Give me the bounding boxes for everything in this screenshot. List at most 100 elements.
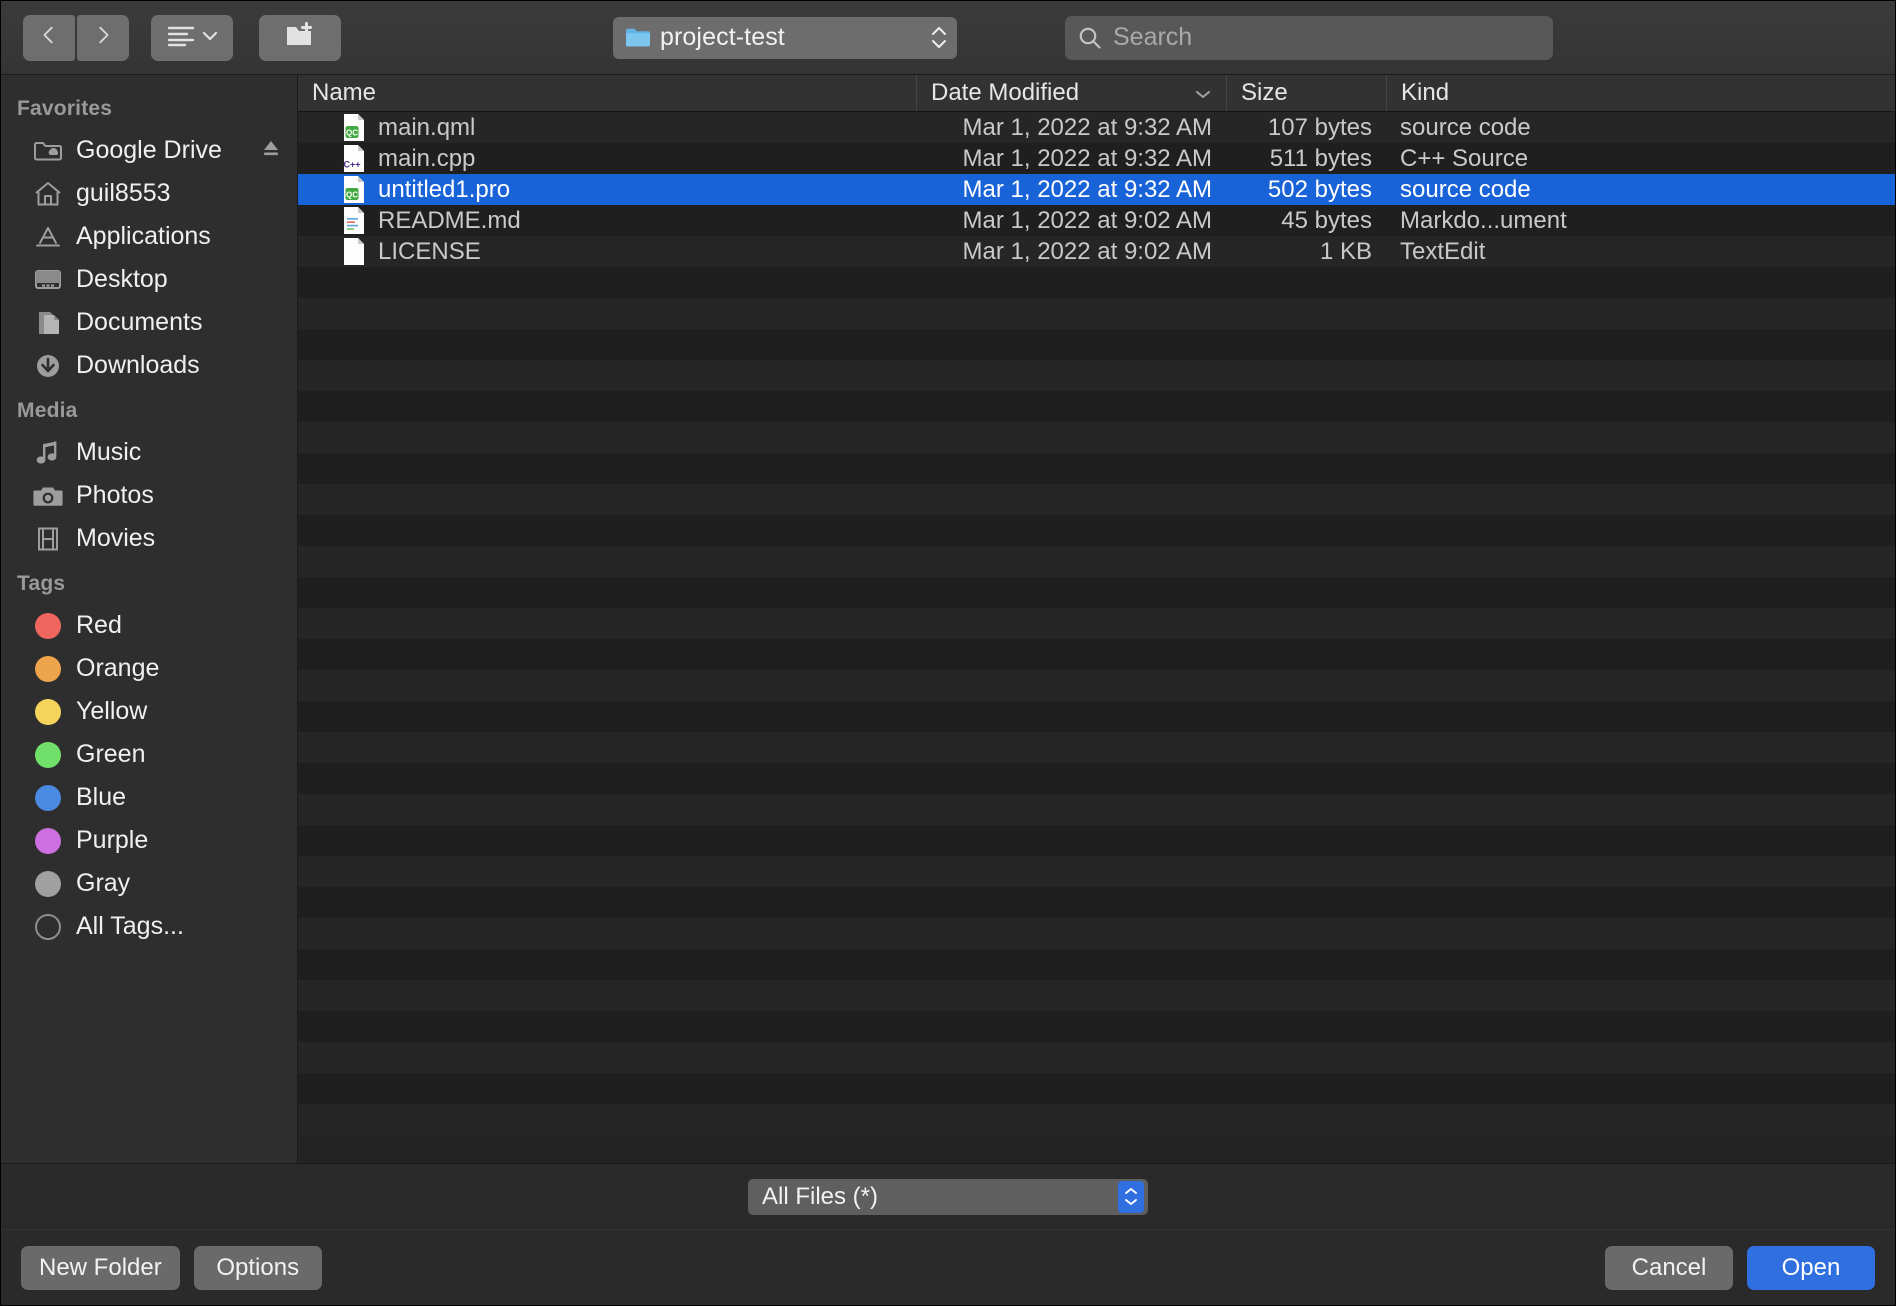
tag-dot-icon [31, 654, 65, 684]
empty-row [298, 484, 1895, 515]
empty-row [298, 391, 1895, 422]
sidebar-item-home[interactable]: guil8553 [1, 172, 297, 215]
table-row[interactable]: QC untitled1.pro Mar 1, 2022 at 9:32 AM 502… [298, 174, 1895, 205]
sidebar-item-applications[interactable]: Applications [1, 215, 297, 258]
toolbar: project-test Search [1, 1, 1895, 75]
sidebar-item-tag-green[interactable]: Green [1, 733, 297, 776]
sidebar-item-label: Movies [76, 524, 156, 552]
file-kind-cell: TextEdit [1400, 237, 1486, 265]
sidebar-item-tag-orange[interactable]: Orange [1, 647, 297, 690]
empty-row [298, 794, 1895, 825]
sidebar-item-all-tags[interactable]: All Tags... [1, 905, 297, 948]
sidebar-item-desktop[interactable]: Desktop [1, 258, 297, 301]
empty-row [298, 887, 1895, 918]
file-name-cell: C++ main.cpp [298, 144, 916, 173]
empty-row [298, 1073, 1895, 1104]
column-header-label: Kind [1401, 79, 1450, 106]
file-kind-cell: Markdo...ument [1400, 206, 1567, 234]
sidebar-item-label: Red [76, 611, 122, 639]
column-header-kind[interactable]: Kind [1386, 75, 1895, 111]
new-folder-button[interactable]: New Folder [21, 1245, 180, 1290]
cancel-button[interactable]: Cancel [1605, 1245, 1733, 1290]
camera-icon [31, 481, 65, 511]
home-icon [31, 179, 65, 209]
qt-file-icon: QC [342, 175, 366, 204]
desktop-icon [31, 265, 65, 295]
empty-row [298, 267, 1895, 298]
empty-row [298, 918, 1895, 949]
filter-bar: All Files (*) [1, 1163, 1895, 1229]
path-popup-button[interactable]: project-test [613, 16, 957, 59]
options-button[interactable]: Options [193, 1245, 322, 1290]
empty-row [298, 949, 1895, 980]
empty-row [298, 856, 1895, 887]
sidebar-item-tag-red[interactable]: Red [1, 604, 297, 647]
sidebar-item-tag-yellow[interactable]: Yellow [1, 690, 297, 733]
sidebar-item-movies[interactable]: Movies [1, 517, 297, 560]
empty-row [298, 1042, 1895, 1073]
sidebar-item-label: All Tags... [76, 912, 184, 940]
sidebar-item-photos[interactable]: Photos [1, 474, 297, 517]
empty-row [298, 422, 1895, 453]
footer: New Folder Options Cancel Open [1, 1229, 1895, 1305]
empty-row [298, 298, 1895, 329]
sidebar-item-tag-gray[interactable]: Gray [1, 862, 297, 905]
view-mode-button[interactable] [151, 14, 233, 61]
sidebar-item-tag-purple[interactable]: Purple [1, 819, 297, 862]
sidebar: Favorites Google Drive guil8553 Applicat… [1, 75, 298, 1163]
table-row[interactable]: LICENSE Mar 1, 2022 at 9:02 AM 1 KB TextEdi… [298, 236, 1895, 267]
sidebar-item-tag-blue[interactable]: Blue [1, 776, 297, 819]
file-type-filter-dropdown[interactable]: All Files (*) [748, 1178, 1148, 1215]
sidebar-item-google-drive[interactable]: Google Drive [1, 129, 297, 172]
sidebar-item-music[interactable]: Music [1, 431, 297, 474]
file-name-cell: LICENSE [298, 237, 916, 266]
sidebar-item-downloads[interactable]: Downloads [1, 344, 297, 387]
chevron-left-icon [38, 24, 60, 51]
sidebar-section-tags-title: Tags [17, 572, 66, 595]
eject-icon[interactable] [261, 138, 281, 163]
sidebar-item-label: Gray [76, 869, 131, 897]
file-size-cell: 107 bytes [1267, 113, 1372, 141]
file-name-label: LICENSE [378, 237, 481, 265]
stepper-icon [929, 26, 949, 49]
file-date-cell: Mar 1, 2022 at 9:02 AM [962, 206, 1212, 234]
film-icon [31, 524, 65, 554]
file-size-cell: 511 bytes [1269, 144, 1372, 172]
table-row[interactable]: README.md Mar 1, 2022 at 9:02 AM 45 bytes M… [298, 205, 1895, 236]
column-header-name[interactable]: Name [298, 75, 916, 111]
empty-row [298, 825, 1895, 856]
empty-row [298, 639, 1895, 670]
downloads-icon [31, 351, 65, 381]
file-date-cell: Mar 1, 2022 at 9:02 AM [962, 237, 1212, 265]
file-date-cell: Mar 1, 2022 at 9:32 AM [962, 175, 1212, 203]
svg-text:QC: QC [346, 190, 358, 199]
sidebar-item-label: Purple [76, 826, 149, 854]
back-button[interactable] [23, 14, 75, 61]
empty-row [298, 1011, 1895, 1042]
navigation-buttons [23, 14, 129, 61]
table-row[interactable]: QC main.qml Mar 1, 2022 at 9:32 AM 107 byte… [298, 112, 1895, 143]
applications-icon [31, 222, 65, 252]
file-name-cell: QC main.qml [298, 113, 916, 142]
documents-icon [31, 308, 65, 338]
new-folder-toolbar-button[interactable] [259, 14, 341, 61]
empty-row [298, 980, 1895, 1011]
file-date-cell: Mar 1, 2022 at 9:32 AM [962, 144, 1212, 172]
open-button[interactable]: Open [1747, 1245, 1875, 1290]
sidebar-item-documents[interactable]: Documents [1, 301, 297, 344]
file-size-cell: 502 bytes [1267, 175, 1372, 203]
chevron-down-icon [1194, 79, 1212, 107]
file-type-filter-label: All Files (*) [762, 1182, 879, 1210]
stepper-icon [1118, 1180, 1144, 1213]
table-row[interactable]: C++ main.cpp Mar 1, 2022 at 9:32 AM 511 byt… [298, 143, 1895, 174]
column-header-size[interactable]: Size [1226, 75, 1386, 111]
sidebar-item-label: Blue [76, 783, 127, 811]
search-field[interactable]: Search [1065, 15, 1553, 60]
column-header-date-modified[interactable]: Date Modified [916, 75, 1226, 111]
forward-button[interactable] [77, 14, 129, 61]
tag-dot-icon [31, 783, 65, 813]
file-name-label: main.cpp [378, 144, 476, 172]
sidebar-item-label: Yellow [76, 697, 148, 725]
file-list: Name Date Modified Size Kind QC main.qml M… [298, 75, 1895, 1163]
svg-text:C++: C++ [343, 160, 360, 170]
